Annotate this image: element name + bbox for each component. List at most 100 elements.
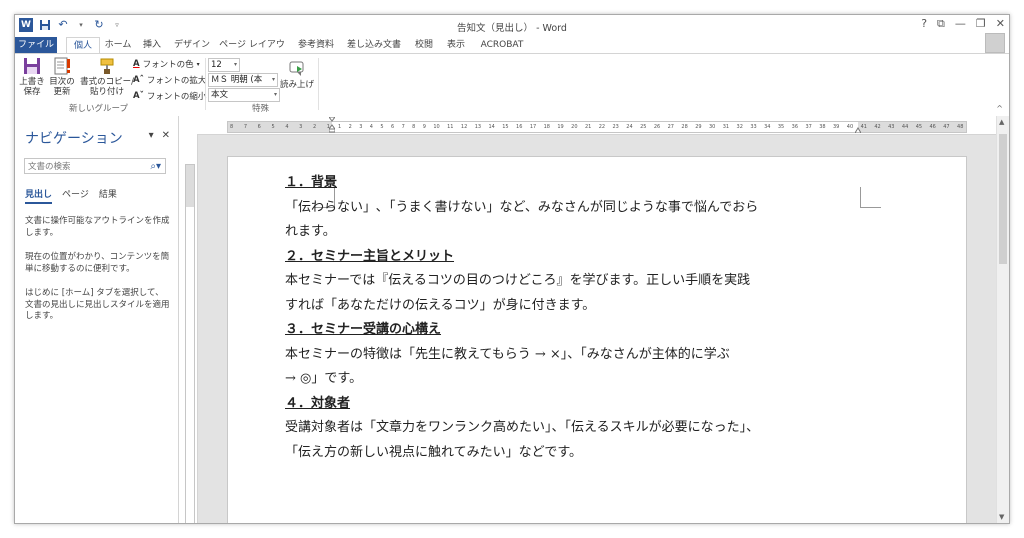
font-color-button[interactable]: A フォントの色 ▾ (133, 58, 200, 70)
ribbon-display-options-icon[interactable]: ⧉ (937, 17, 945, 31)
vertical-scrollbar[interactable]: ▲ ▼ (996, 116, 1009, 523)
ribbon: 上書き 保存 目次の 更新 書式のコピー/ 貼り付け A フォントの色 ▾ Aˆ… (15, 53, 1009, 117)
format-painter-icon (98, 57, 116, 75)
ruler-tick-label: 40 (846, 124, 854, 130)
right-indent-marker[interactable] (854, 125, 862, 134)
collapse-ribbon-icon[interactable]: ^ (996, 104, 1003, 113)
search-icon[interactable]: ⌕▾ (150, 159, 161, 175)
paragraph: 本セミナーの特徴は「先生に教えてもらう → ×」、「みなさんが主体的に学ぶ (285, 346, 730, 362)
vertical-ruler-margin (186, 165, 194, 207)
ruler-tick-label: 3 (359, 124, 363, 130)
tab-references[interactable]: 参考資料 (294, 37, 338, 53)
ruler-tick-label: 17 (529, 124, 537, 130)
ruler-tick-label: 19 (557, 124, 564, 130)
nav-pane-title: ナビゲーション (25, 131, 123, 147)
document-body[interactable]: １．背景 「伝わらない」､「うまく書けない」など、みなさんが同じような事で悩んで… (285, 171, 815, 465)
vertical-ruler[interactable] (179, 134, 198, 523)
ruler-tick-label: 25 (640, 124, 647, 130)
heading-1: １．背景 (285, 175, 338, 190)
style-combo[interactable]: 本文 ▾ (208, 88, 280, 102)
ruler-tick-label: 9 (422, 124, 426, 130)
ruler-tick-label: 6 (257, 124, 261, 130)
shrink-font-button[interactable]: Aˇ フォントの縮小 (133, 90, 206, 102)
tab-insert[interactable]: 挿入 (138, 37, 166, 53)
navigation-pane: ナビゲーション ▾ ✕ 文書の検索 ⌕▾ 見出し ページ 結果 文書に操作可能な… (15, 116, 179, 523)
scroll-down-icon[interactable]: ▼ (999, 513, 1004, 521)
ruler-tick-label: 1 (338, 124, 342, 130)
group-label-special: 特殊 (252, 104, 270, 114)
ruler-tick-label: 34 (764, 124, 771, 130)
window-controls: ? ⧉ — ❐ ✕ (921, 17, 1005, 31)
heading-3: ３．セミナー受講の心構え (285, 322, 442, 337)
tab-personal[interactable]: 個人 (66, 37, 100, 54)
paragraph: すれば「あなただけの伝えるコツ」が身に付きます。 (285, 297, 596, 313)
ruler-tick-label: 32 (736, 124, 743, 130)
read-aloud-button[interactable]: 読み上げ (279, 60, 315, 90)
font-name-combo[interactable]: ＭＳ 明朝 (本 ▾ (208, 73, 278, 87)
tab-mailings[interactable]: 差し込み文書 (345, 37, 403, 53)
paragraph: 「伝え方の新しい視点に触れてみたい」などです。 (285, 444, 583, 460)
tab-review[interactable]: 校閲 (411, 37, 437, 53)
chevron-down-icon: ▾ (233, 61, 237, 68)
close-pane-icon[interactable]: ✕ (162, 130, 170, 141)
nav-tab-pages[interactable]: ページ (62, 187, 89, 204)
read-aloud-icon (288, 60, 306, 78)
ruler-tick-label: 35 (777, 124, 785, 130)
ruler-tick-label: 20 (571, 124, 578, 130)
ruler-tick-label: 3 (299, 124, 303, 130)
ruler-tick-label: 45 (915, 124, 923, 130)
ruler-tick-label: 22 (598, 124, 606, 130)
ruler-tick-label: 8 (230, 124, 234, 130)
pane-options-icon[interactable]: ▾ (149, 130, 154, 141)
indent-marker[interactable] (328, 116, 336, 133)
tab-file[interactable]: ファイル (15, 37, 57, 53)
font-size-combo[interactable]: 12 ▾ (208, 58, 240, 72)
save-large-icon (23, 57, 41, 75)
avatar[interactable] (985, 33, 1005, 53)
tab-view[interactable]: 表示 (443, 37, 469, 53)
ruler-tick-label: 38 (819, 124, 826, 130)
tab-design[interactable]: デザイン (172, 37, 212, 53)
ruler-tick-label: 28 (681, 124, 688, 130)
tab-page-layout[interactable]: ページ レイアウト (217, 37, 287, 66)
ruler-tick-label: 27 (667, 124, 674, 130)
nav-tab-headings[interactable]: 見出し (25, 187, 53, 204)
ruler-tick-label: 11 (447, 124, 454, 130)
format-painter-button[interactable]: 書式のコピー/ 貼り付け (79, 57, 135, 97)
nav-tabs: 見出し ページ 結果 (25, 187, 117, 204)
paragraph: 「伝わらない」､「うまく書けない」など、みなさんが同じような事で悩んでおら (285, 199, 759, 215)
minimize-icon[interactable]: — (955, 17, 966, 31)
save-button[interactable]: 上書き 保存 (19, 57, 45, 97)
crop-mark (860, 187, 881, 208)
heading-2: ２．セミナー主旨とメリット (285, 248, 455, 264)
ruler-tick-label: 4 (285, 124, 289, 130)
update-toc-button[interactable]: 目次の 更新 (47, 57, 77, 97)
ruler-tick-label: 31 (722, 124, 730, 130)
nav-search-input[interactable]: 文書の検索 ⌕▾ (24, 158, 166, 174)
nav-tab-results[interactable]: 結果 (99, 187, 117, 204)
ruler-tick-label: 2 (312, 124, 317, 130)
ruler-tick-label: 39 (833, 124, 840, 130)
help-icon[interactable]: ? (921, 17, 927, 31)
ruler-tick-label: 16 (516, 124, 523, 130)
grow-font-button[interactable]: Aˆ フォントの拡大 (133, 74, 206, 86)
ruler-numbers: 1 2 3 4 5 6 7 8 9 10 11 12 13 14 15 16 17 18 19 20 21 22 23 24 2… (338, 122, 964, 132)
ruler-tick-label: 15 (502, 124, 509, 130)
paragraph: → ◎」です。 (285, 371, 363, 386)
ruler-tick-label: 5 (271, 124, 275, 130)
scrollbar-thumb[interactable] (999, 134, 1007, 264)
heading-4: ４．対象者 (285, 395, 351, 411)
shrink-font-icon: Aˇ (133, 91, 144, 101)
ruler-tick-label: 10 (433, 124, 440, 130)
ruler-tick-label: 8 (412, 124, 416, 130)
horizontal-ruler[interactable]: 87654321 1 2 3 4 5 6 7 8 9 10 11 12 13 14 15 16 17 18 19 20… (179, 116, 1009, 135)
tab-acrobat[interactable]: ACROBAT (477, 37, 527, 53)
tab-home[interactable]: ホーム (103, 37, 133, 53)
ruler-tick-label: 14 (488, 124, 495, 130)
scroll-up-icon[interactable]: ▲ (999, 118, 1004, 126)
window-title: 告知文（見出し） - Word (457, 23, 567, 34)
ruler-tick-label: 43 (888, 124, 895, 130)
ruler-tick-label: 7 (401, 124, 405, 130)
close-icon[interactable]: ✕ (996, 17, 1005, 31)
restore-icon[interactable]: ❐ (976, 17, 986, 31)
